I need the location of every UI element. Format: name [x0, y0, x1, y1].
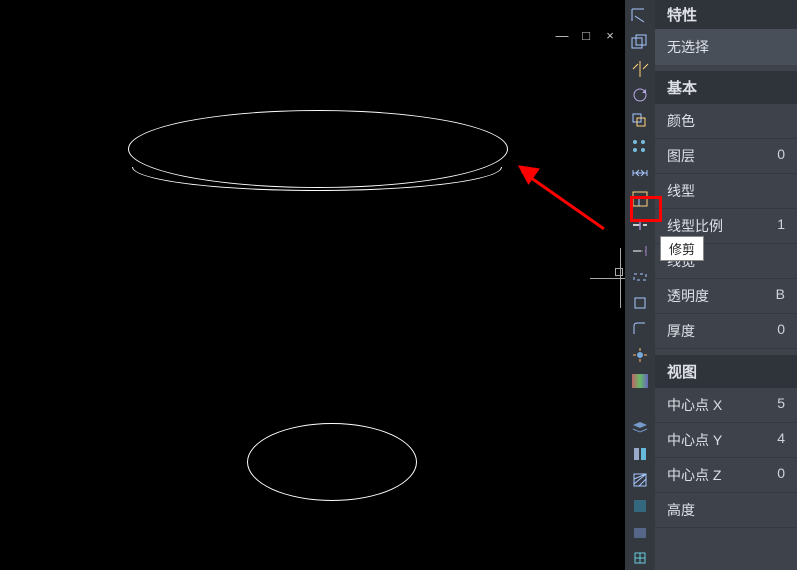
- drawing-canvas[interactable]: — □ ×: [0, 0, 625, 570]
- prop-center-z-value[interactable]: 0: [777, 465, 785, 485]
- stretch-icon[interactable]: [627, 160, 653, 185]
- window-controls: — □ ×: [555, 28, 617, 42]
- prop-center-z-label: 中心点 Z: [667, 465, 721, 485]
- hatch-icon[interactable]: [627, 467, 653, 492]
- prop-height[interactable]: 高度: [655, 493, 797, 528]
- break-icon[interactable]: [627, 264, 653, 289]
- prop-center-y-label: 中心点 Y: [667, 430, 722, 450]
- prop-linetype-label: 线型: [667, 181, 695, 201]
- trim-tooltip: 修剪: [660, 236, 704, 261]
- prop-height-label: 高度: [667, 500, 695, 520]
- prop-thickness-value[interactable]: 0: [777, 321, 785, 341]
- scale-icon[interactable]: [627, 186, 653, 211]
- section-basic: 基本: [655, 71, 797, 104]
- copy-icon[interactable]: [627, 30, 653, 55]
- prop-thickness[interactable]: 厚度 0: [655, 314, 797, 349]
- section-view: 视图: [655, 355, 797, 388]
- prop-transparency-label: 透明度: [667, 286, 709, 306]
- prop-linetype[interactable]: 线型: [655, 174, 797, 209]
- trim-icon[interactable]: [627, 212, 653, 237]
- insert-icon[interactable]: [627, 545, 653, 570]
- prop-layer[interactable]: 图层 0: [655, 139, 797, 174]
- properties-title: 特性: [655, 0, 797, 29]
- match-icon[interactable]: [627, 441, 653, 466]
- rotate-icon[interactable]: [627, 82, 653, 107]
- prop-layer-value[interactable]: 0: [777, 146, 785, 166]
- block-icon[interactable]: [627, 519, 653, 544]
- prop-center-x[interactable]: 中心点 X 5: [655, 388, 797, 423]
- array-icon[interactable]: [627, 134, 653, 159]
- prop-center-y-value[interactable]: 4: [777, 430, 785, 450]
- chamfer-icon[interactable]: [627, 290, 653, 315]
- prop-linetype-scale-label: 线型比例: [667, 216, 723, 236]
- extend-icon[interactable]: [627, 238, 653, 263]
- selection-dropdown[interactable]: 无选择: [655, 29, 797, 65]
- align-icon[interactable]: [627, 368, 653, 393]
- layer-icon[interactable]: [627, 415, 653, 440]
- toolbar-separator: [625, 404, 655, 414]
- modify-toolbar: [625, 0, 655, 570]
- mirror-icon[interactable]: [627, 56, 653, 81]
- maximize-button[interactable]: □: [579, 28, 593, 42]
- prop-transparency[interactable]: 透明度 B: [655, 279, 797, 314]
- prop-linetype-scale-value[interactable]: 1: [777, 216, 785, 236]
- region-icon[interactable]: [627, 493, 653, 518]
- prop-center-x-label: 中心点 X: [667, 395, 722, 415]
- explode-icon[interactable]: [627, 342, 653, 367]
- move-icon[interactable]: [627, 4, 653, 29]
- prop-thickness-label: 厚度: [667, 321, 695, 341]
- prop-center-y[interactable]: 中心点 Y 4: [655, 423, 797, 458]
- prop-center-x-value[interactable]: 5: [777, 395, 785, 415]
- prop-color-label: 颜色: [667, 111, 695, 131]
- offset-icon[interactable]: [627, 108, 653, 133]
- bottom-ellipse[interactable]: [247, 423, 417, 501]
- prop-color[interactable]: 颜色: [655, 104, 797, 139]
- prop-transparency-value[interactable]: B: [776, 286, 785, 306]
- crosshair-pickbox: [615, 268, 623, 276]
- prop-center-z[interactable]: 中心点 Z 0: [655, 458, 797, 493]
- fillet-icon[interactable]: [627, 316, 653, 341]
- close-button[interactable]: ×: [603, 28, 617, 42]
- prop-layer-label: 图层: [667, 146, 695, 166]
- properties-panel: 特性 无选择 基本 颜色 图层 0 线型 线型比例 1 线宽 透明度 B 厚度 …: [655, 0, 797, 570]
- minimize-button[interactable]: —: [555, 28, 569, 42]
